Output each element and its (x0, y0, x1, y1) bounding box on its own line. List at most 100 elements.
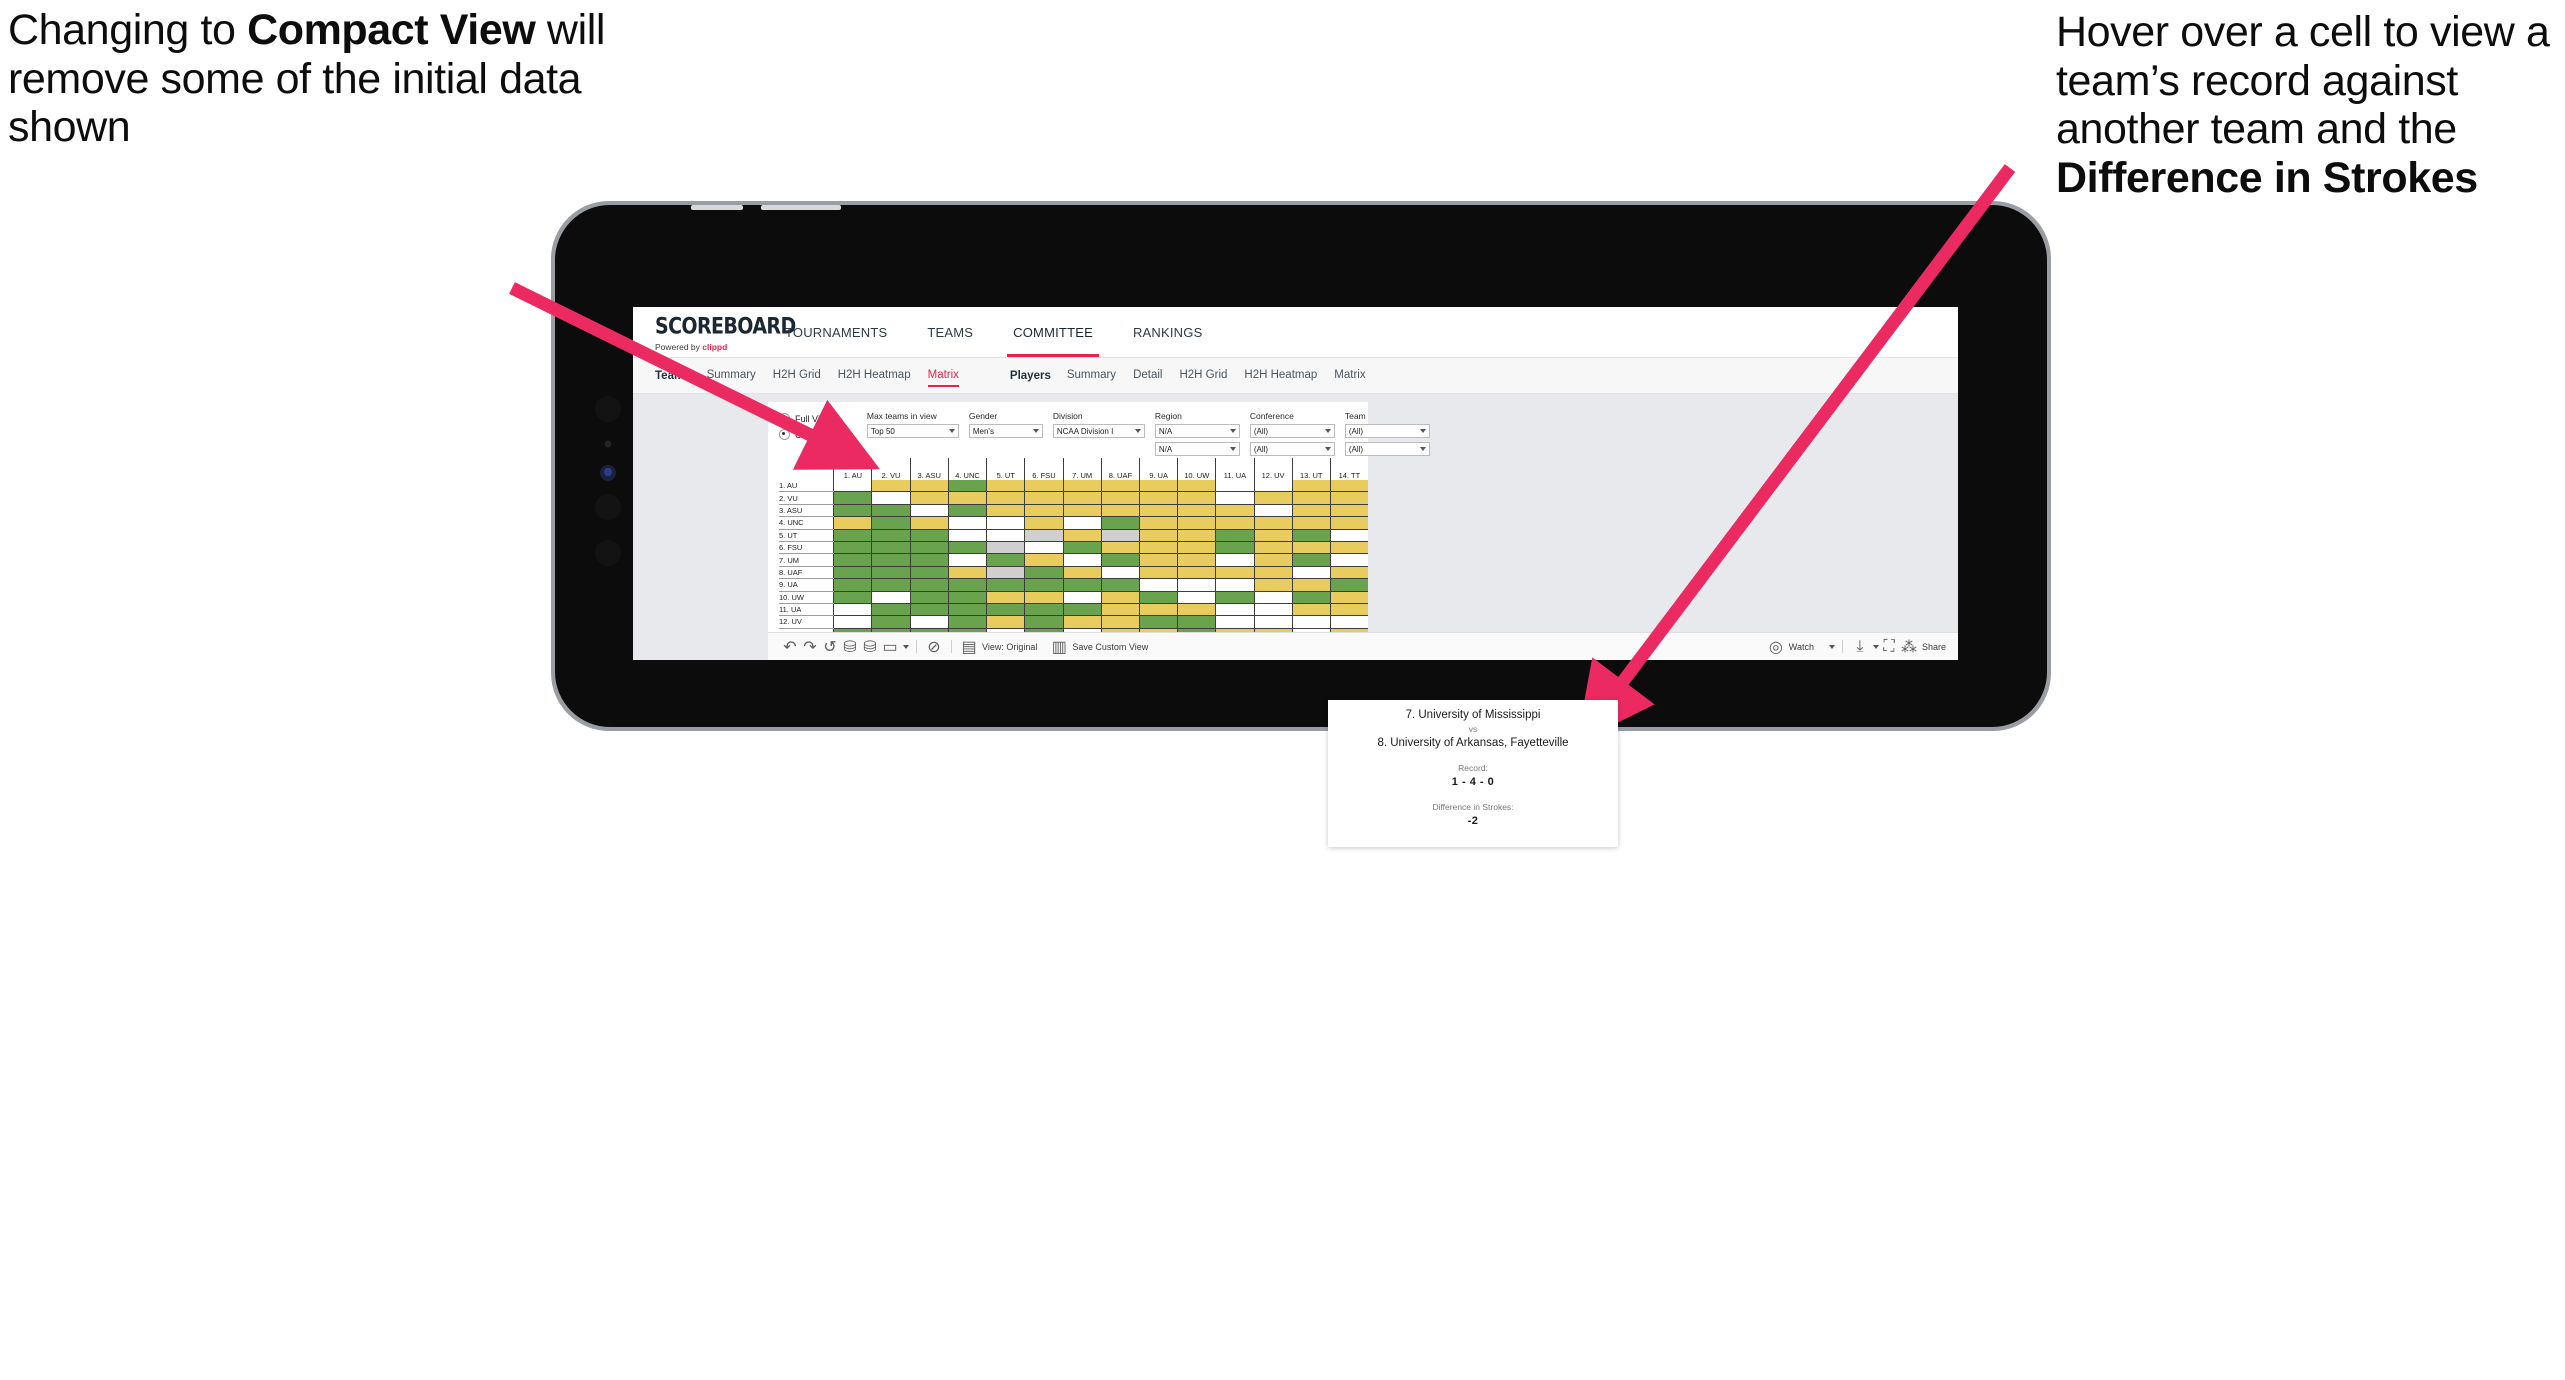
matrix-cell[interactable] (947, 491, 987, 505)
matrix-cell[interactable] (1291, 578, 1331, 592)
matrix-cell[interactable] (1329, 529, 1368, 542)
toolbar-watch-button[interactable]: ◎ Watch (1766, 637, 1835, 657)
matrix-row-header[interactable]: 3. ASU (779, 504, 834, 518)
matrix-cell[interactable] (871, 491, 911, 505)
matrix-cell[interactable] (1215, 504, 1255, 518)
matrix-cell[interactable] (833, 566, 872, 580)
matrix-cell[interactable] (1062, 529, 1102, 542)
matrix-cell[interactable] (1291, 541, 1331, 555)
matrix-cell[interactable] (871, 480, 911, 493)
matrix-cell[interactable] (1139, 553, 1178, 567)
matrix-cell[interactable] (986, 541, 1025, 555)
matrix-cell[interactable] (1062, 603, 1102, 617)
matrix-cell[interactable] (1024, 480, 1064, 493)
matrix-cell[interactable] (1139, 578, 1178, 592)
app-logo[interactable]: SCOREBOARD Powered by clippd (633, 307, 796, 357)
matrix-cell[interactable] (1024, 516, 1064, 530)
toolbar-undo-button[interactable]: ↶ (780, 637, 800, 657)
matrix-row-header[interactable]: 5. UT (779, 529, 834, 542)
toolbar-refresh-data-button[interactable]: ⛁ (840, 637, 860, 657)
matrix-cell[interactable] (1139, 603, 1178, 617)
matrix-cell[interactable] (1139, 591, 1178, 604)
matrix-cell[interactable] (909, 553, 949, 567)
sub-tab-players-matrix[interactable]: Matrix (1334, 369, 1365, 383)
matrix-cell[interactable] (1024, 566, 1064, 580)
top-nav-tournaments[interactable]: TOURNAMENTS (765, 307, 907, 357)
matrix-cell[interactable] (871, 529, 911, 542)
filter-max-teams-select[interactable]: Top 50 (866, 424, 959, 438)
matrix-cell[interactable] (1024, 603, 1064, 617)
matrix-cell[interactable] (1177, 529, 1216, 542)
toolbar-save-custom-view-button[interactable]: ▥ Save Custom View (1049, 637, 1160, 657)
matrix-cell[interactable] (1177, 516, 1216, 530)
toolbar-zoom-select-button[interactable]: ▭ (880, 637, 909, 657)
matrix-cell[interactable] (1215, 591, 1255, 604)
matrix-cell[interactable] (1253, 553, 1293, 567)
matrix-cell[interactable] (1177, 603, 1216, 617)
matrix-cell[interactable] (1139, 566, 1178, 580)
matrix-cell[interactable] (1291, 491, 1331, 505)
filter-region-select-2[interactable]: N/A (1154, 442, 1240, 456)
matrix-cell[interactable] (947, 504, 987, 518)
matrix-cell[interactable] (1139, 529, 1178, 542)
matrix-cell[interactable] (1215, 603, 1255, 617)
matrix-cell[interactable] (1177, 541, 1216, 555)
radio-full-view[interactable]: Full View (779, 413, 853, 424)
sub-tab-teams-matrix[interactable]: Matrix (927, 369, 960, 387)
matrix-cell[interactable] (1100, 504, 1140, 518)
matrix-cell[interactable] (1215, 529, 1255, 542)
filter-conference-select-1[interactable]: (All) (1249, 424, 1335, 438)
matrix-cell[interactable] (1329, 578, 1368, 592)
matrix-cell[interactable] (1024, 541, 1064, 555)
matrix-cell[interactable] (833, 615, 872, 629)
matrix-cell[interactable] (1329, 591, 1368, 604)
matrix-cell[interactable] (1100, 566, 1140, 580)
matrix-cell[interactable] (833, 603, 872, 617)
matrix-cell[interactable] (1253, 516, 1293, 530)
matrix-cell[interactable] (871, 566, 911, 580)
matrix-row-header[interactable]: 10. UW (779, 591, 834, 604)
matrix-cell[interactable] (909, 491, 949, 505)
matrix-cell[interactable] (1253, 578, 1293, 592)
matrix-cell[interactable] (1139, 504, 1178, 518)
matrix-cell[interactable] (833, 541, 872, 555)
matrix-cell[interactable] (1100, 491, 1140, 505)
matrix-cell[interactable] (1215, 480, 1255, 493)
matrix-column-header[interactable]: 5. UT (986, 458, 1025, 480)
matrix-cell[interactable] (986, 615, 1025, 629)
matrix-cell[interactable] (1062, 541, 1102, 555)
matrix-cell[interactable] (1177, 480, 1216, 493)
matrix-column-header[interactable]: 14. TT (1329, 458, 1368, 480)
matrix-cell[interactable] (833, 553, 872, 567)
matrix-cell[interactable] (1177, 578, 1216, 592)
matrix-column-header[interactable]: 1. AU (833, 458, 872, 480)
matrix-cell[interactable] (986, 516, 1025, 530)
matrix-cell[interactable] (947, 603, 987, 617)
matrix-cell[interactable] (1024, 591, 1064, 604)
matrix-cell[interactable] (986, 553, 1025, 567)
matrix-cell[interactable] (947, 553, 987, 567)
matrix-cell[interactable] (1291, 603, 1331, 617)
matrix-cell[interactable] (947, 541, 987, 555)
matrix-cell[interactable] (909, 578, 949, 592)
matrix-cell[interactable] (833, 480, 872, 493)
matrix-cell[interactable] (1062, 491, 1102, 505)
matrix-cell[interactable] (871, 516, 911, 530)
filter-conference-select-2[interactable]: (All) (1249, 442, 1335, 456)
toolbar-fullscreen-button[interactable]: ⛶ (1879, 637, 1899, 657)
matrix-cell[interactable] (909, 566, 949, 580)
matrix-column-header[interactable]: 7. UM (1062, 458, 1102, 480)
matrix-column-header[interactable]: 12. UV (1253, 458, 1293, 480)
matrix-cell[interactable] (986, 566, 1025, 580)
matrix-cell[interactable] (833, 504, 872, 518)
matrix-cell[interactable] (1329, 603, 1368, 617)
filter-region-select-1[interactable]: N/A (1154, 424, 1240, 438)
matrix-column-header[interactable]: 3. ASU (909, 458, 949, 480)
matrix-cell[interactable] (1329, 541, 1368, 555)
matrix-cell[interactable] (1329, 615, 1368, 629)
matrix-cell[interactable] (1100, 615, 1140, 629)
matrix-row-header[interactable]: 9. UA (779, 578, 834, 592)
matrix-cell[interactable] (1215, 566, 1255, 580)
matrix-cell[interactable] (1139, 516, 1178, 530)
matrix-cell[interactable] (1024, 578, 1064, 592)
